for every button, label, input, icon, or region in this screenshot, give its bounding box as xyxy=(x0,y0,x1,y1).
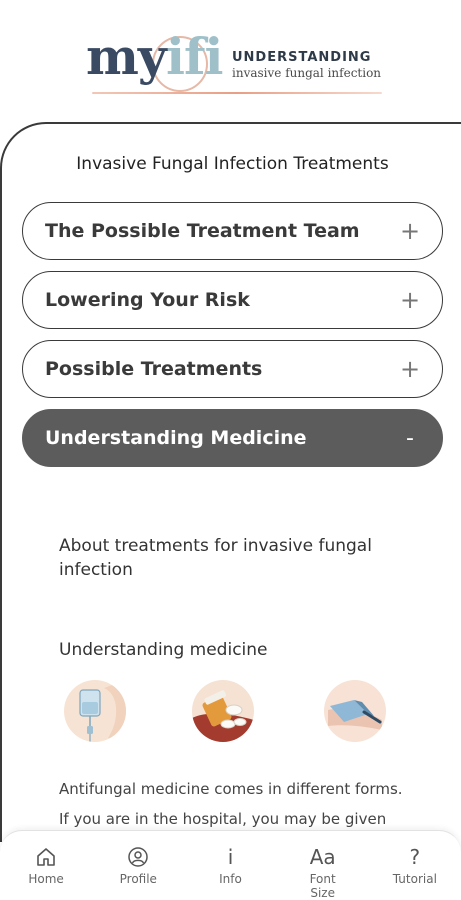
logo-subtitle: invasive fungal infection xyxy=(232,66,382,80)
accordion-treatment-team[interactable]: The Possible Treatment Team + xyxy=(22,202,443,260)
nav-profile[interactable]: Profile xyxy=(98,845,178,886)
accordion-possible-treatments[interactable]: Possible Treatments + xyxy=(22,340,443,398)
section-subheading: Understanding medicine xyxy=(59,640,268,660)
logo-understanding-text: UNDERSTANDING xyxy=(232,50,372,65)
nav-home[interactable]: Home xyxy=(6,845,86,886)
treatments-panel: Invasive Fungal Infection Treatments The… xyxy=(0,122,461,842)
medicine-forms-paragraph: Antifungal medicine comes in different f… xyxy=(59,774,419,834)
home-icon xyxy=(35,845,57,869)
nav-label: Tutorial xyxy=(392,872,437,886)
nav-info[interactable]: i Info xyxy=(190,845,270,886)
accordion-lowering-risk[interactable]: Lowering Your Risk + xyxy=(22,271,443,329)
medicine-forms-icons xyxy=(2,680,461,750)
bottom-navigation: Home Profile i Info Aa Font Size ? Tutori… xyxy=(0,830,461,900)
logo-wordmark: myifi xyxy=(86,27,223,86)
app-header: myifi UNDERSTANDING invasive fungal infe… xyxy=(0,0,461,120)
font-size-icon: Aa xyxy=(309,845,336,869)
iv-bag-icon xyxy=(64,680,126,742)
expand-plus-icon: + xyxy=(400,355,421,383)
info-icon: i xyxy=(227,845,234,869)
paragraph-line: Antifungal medicine comes in different f… xyxy=(59,780,403,798)
myifi-logo[interactable]: myifi UNDERSTANDING invasive fungal infe… xyxy=(86,30,386,102)
section-intro-text: About treatments for invasive fungal inf… xyxy=(59,536,372,580)
accordion-label: Understanding Medicine xyxy=(45,427,307,449)
accordion-label: The Possible Treatment Team xyxy=(45,220,360,242)
nav-label: Info xyxy=(219,872,242,886)
pill-bottle-icon xyxy=(192,680,254,742)
accordion-understanding-medicine[interactable]: Understanding Medicine - xyxy=(22,409,443,467)
nav-label: Home xyxy=(28,872,64,886)
collapse-minus-icon: - xyxy=(406,425,414,451)
tutorial-icon: ? xyxy=(409,845,421,869)
profile-icon xyxy=(127,845,149,869)
accordion-label: Possible Treatments xyxy=(45,358,263,380)
accordion-label: Lowering Your Risk xyxy=(45,289,250,311)
cream-tube-icon xyxy=(324,680,386,742)
nav-label: Font Size xyxy=(309,872,336,900)
logo-underline xyxy=(92,92,382,94)
page-title: Invasive Fungal Infection Treatments xyxy=(76,154,389,174)
nav-font-size[interactable]: Aa Font Size xyxy=(283,845,363,900)
nav-tutorial[interactable]: ? Tutorial xyxy=(375,845,455,886)
nav-label: Profile xyxy=(119,872,157,886)
expand-plus-icon: + xyxy=(400,217,421,245)
expand-plus-icon: + xyxy=(400,286,421,314)
